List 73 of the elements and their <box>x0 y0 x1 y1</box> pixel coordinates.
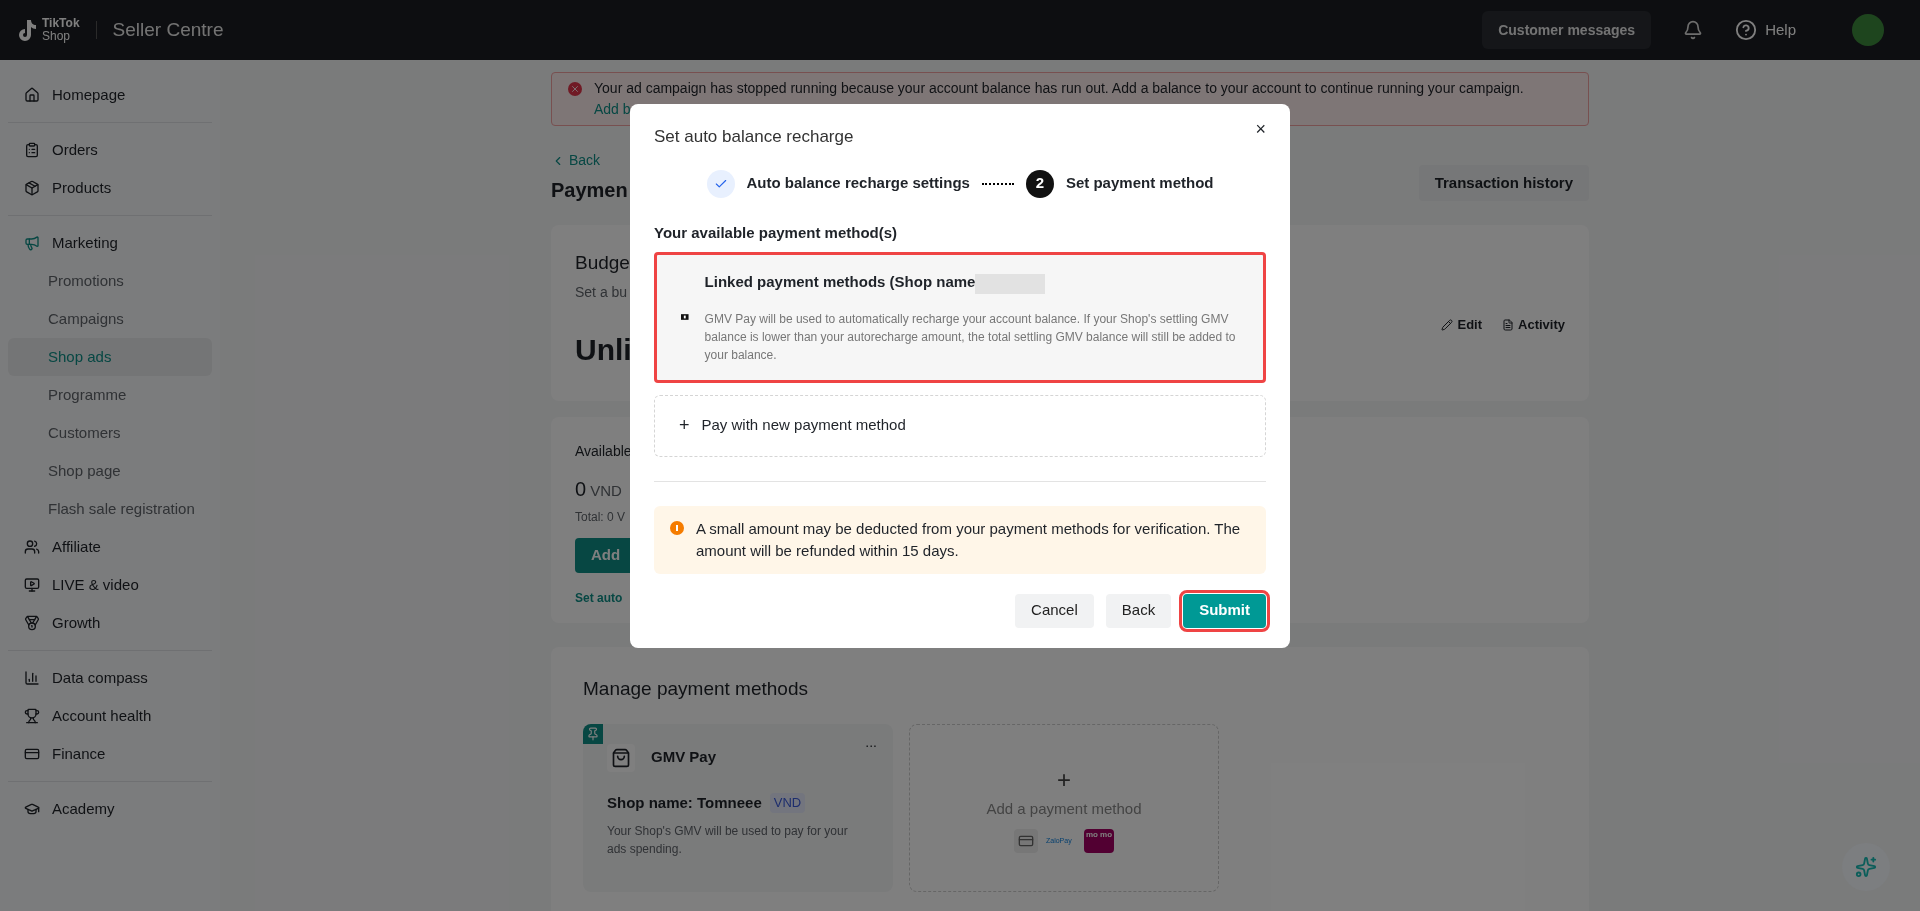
sparkle-icon <box>1855 856 1877 878</box>
dialog-button[interactable]: Back <box>1105 593 1172 628</box>
activity-link[interactable]: Activity <box>1502 249 1565 401</box>
alert-text: A small amount may be deducted from your payment methods for verification. The amount will be refunded within 15 days. <box>696 518 1242 561</box>
plus-sign: + <box>1057 765 1071 796</box>
sidebar-item[interactable]: Flash sale registration <box>8 490 212 528</box>
sidebar-item[interactable]: Growth <box>8 604 212 642</box>
payment-option[interactable] <box>654 252 1266 383</box>
document-icon <box>1502 319 1515 331</box>
step-number: 2 <box>1025 169 1054 198</box>
sidebar-item[interactable]: Orders <box>8 131 212 169</box>
payment-option[interactable]: + Pay with new payment method <box>654 394 1266 457</box>
app-title: Seller Centre <box>112 17 224 42</box>
modal-title: Set auto balance recharge <box>654 126 854 148</box>
edit-link[interactable]: Edit <box>1441 249 1483 401</box>
balance-amount: 0 <box>575 477 587 502</box>
card-title: Available <box>575 442 632 461</box>
sidebar-item[interactable]: Data compass <box>8 659 212 697</box>
sidebar-item[interactable]: LIVE & video <box>8 566 212 604</box>
sidebar-item[interactable]: Account health <box>8 697 212 735</box>
sidebar-item[interactable]: Academy <box>8 790 212 828</box>
sidebar-item[interactable]: Shop page <box>8 452 212 490</box>
sidebar-item[interactable]: Finance <box>8 735 212 773</box>
logo-icon <box>16 18 38 42</box>
step-label: Set payment method <box>1065 173 1214 194</box>
assistant-button[interactable] <box>1842 843 1890 891</box>
pin-icon <box>583 723 603 744</box>
method-description: Your Shop's GMV will be used to pay for your ads spending. <box>607 823 849 858</box>
warning-icon <box>670 520 684 535</box>
currency-label: VND <box>590 481 622 501</box>
method-name: GMV Pay <box>651 747 717 768</box>
page-title: Paymen <box>551 178 628 203</box>
option-description: GMV Pay will be used to automatically recharge your account balance. If your Shop's settling GMV balance is lower than your autorecharge amount, the total settling GMV balance will still be added to your balance. <box>704 310 1237 364</box>
step-label: Auto balance recharge settings <box>746 173 970 194</box>
card-title: Manage payment methods <box>583 678 808 699</box>
help-icon <box>1735 19 1758 41</box>
sidebar-item[interactable]: Affiliate <box>8 528 212 566</box>
sidebar-item[interactable]: Shop ads <box>8 338 212 376</box>
transaction-history-button[interactable]: Transaction history <box>1418 165 1589 201</box>
shopping-bag-icon <box>607 743 635 772</box>
help-link[interactable]: Help <box>1735 18 1796 42</box>
shop-name: Shop name: Tomneee <box>607 792 762 813</box>
sidebar-item[interactable]: Marketing <box>8 224 212 262</box>
sidebar-item[interactable]: Homepage <box>8 76 212 114</box>
messages-button[interactable]: Customer messages <box>1482 11 1652 49</box>
banner-message: Your ad campaign has stopped running because your account balance has run out. Add a balance to your account to continue running your campaign. <box>594 79 1524 98</box>
sidebar-item[interactable]: Customers <box>8 414 212 452</box>
add-method-label: Add a payment method <box>986 799 1142 820</box>
bell-icon[interactable] <box>1683 20 1704 40</box>
pencil-icon <box>1441 319 1454 331</box>
sidebar-item[interactable]: Promotions <box>8 262 212 300</box>
sidebar-item[interactable]: Campaigns <box>8 300 212 338</box>
sidebar-item[interactable]: Products <box>8 169 212 207</box>
sidebar-item[interactable]: Programme <box>8 376 212 414</box>
total-label: Total: 0 V <box>575 509 626 526</box>
option-title: Linked payment methods (Shop name <box>704 272 976 292</box>
currency-tag: VND <box>769 793 806 813</box>
back-link[interactable]: Back <box>551 150 628 171</box>
section-label: Your available payment method(s) <box>654 222 899 243</box>
wallet-logo: mo mo <box>1084 828 1114 853</box>
dialog-button[interactable]: Cancel <box>1015 593 1094 628</box>
option-title: Pay with new payment method <box>701 415 906 436</box>
card-subtitle: Set a bu <box>575 282 629 302</box>
close-button[interactable]: × <box>1255 116 1266 143</box>
payment-method-card[interactable]: ... GMV Pay Shop name: Tomneee VND Your Shop's GMV will be used to pay for your ads spending. <box>583 723 893 892</box>
budget-value: Unli <box>575 331 632 368</box>
more-menu[interactable]: ... <box>865 731 877 753</box>
plus-sign: + <box>679 414 690 437</box>
card-title: Budge <box>575 251 631 275</box>
auto-recharge-link[interactable]: Set auto <box>575 589 623 607</box>
logo[interactable]: TikTok Shop <box>16 17 80 43</box>
error-icon <box>568 82 582 96</box>
card-icon <box>1014 828 1038 853</box>
